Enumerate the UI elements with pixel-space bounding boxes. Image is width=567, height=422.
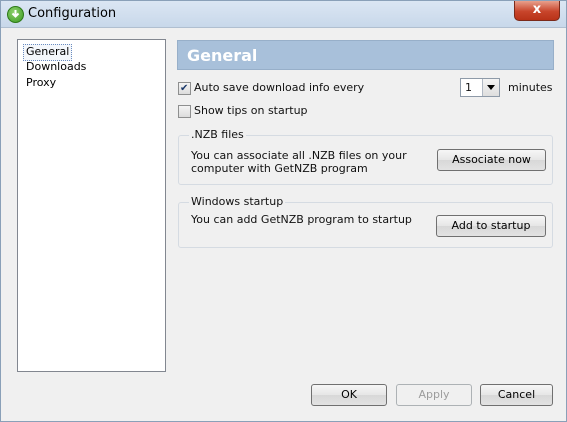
show-tips-label[interactable]: Show tips on startup (194, 104, 308, 117)
window-title: Configuration (28, 6, 117, 21)
close-icon: x (532, 2, 542, 17)
chevron-down-icon[interactable] (482, 79, 499, 96)
title-bar[interactable]: Configuration x (1, 1, 566, 28)
section-title: General (187, 46, 258, 65)
interval-unit-label: minutes (508, 81, 553, 94)
configuration-window: Configuration x General Downloads Proxy … (0, 0, 567, 422)
category-list[interactable]: General Downloads Proxy (17, 39, 166, 372)
autosave-checkbox[interactable]: ✔ (178, 82, 191, 95)
sidebar-item-proxy[interactable]: Proxy (23, 76, 59, 91)
add-to-startup-button[interactable]: Add to startup (436, 215, 546, 237)
interval-dropdown[interactable]: 1 (460, 78, 500, 97)
sidebar-item-downloads[interactable]: Downloads (23, 60, 89, 75)
cancel-button[interactable]: Cancel (480, 384, 553, 406)
section-header: General (177, 40, 554, 70)
checkmark-icon: ✔ (180, 83, 189, 94)
associate-now-button[interactable]: Associate now (437, 149, 546, 171)
nzb-description-line2: computer with GetNZB program (191, 162, 368, 175)
startup-group-title: Windows startup (189, 195, 286, 208)
interval-value: 1 (465, 81, 472, 94)
nzb-group-title: .NZB files (189, 128, 246, 141)
windows-startup-group: Windows startup You can add GetNZB progr… (178, 195, 553, 248)
startup-description: You can add GetNZB program to startup (191, 213, 412, 226)
ok-button[interactable]: OK (311, 384, 387, 406)
nzb-description-line1: You can associate all .NZB files on your (191, 149, 407, 162)
close-button[interactable]: x (514, 1, 560, 21)
show-tips-checkbox[interactable] (178, 105, 191, 118)
autosave-label[interactable]: Auto save download info every (194, 81, 364, 94)
app-download-icon (7, 6, 24, 23)
sidebar-item-general[interactable]: General (23, 44, 73, 61)
apply-button[interactable]: Apply (396, 384, 472, 406)
nzb-files-group: .NZB files You can associate all .NZB fi… (178, 128, 553, 185)
